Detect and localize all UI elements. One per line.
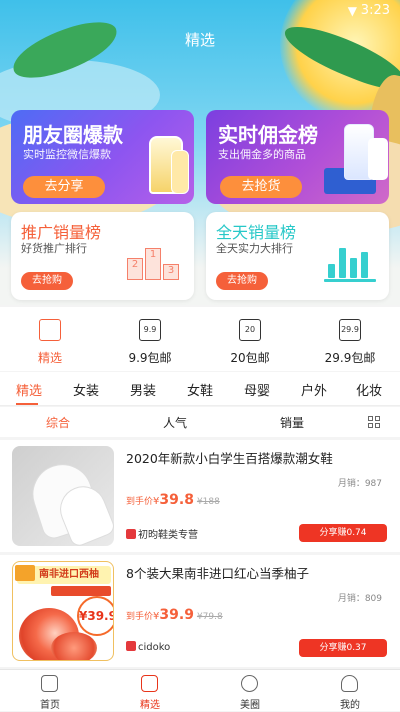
category-20[interactable]: 20 20包邮 [200,307,300,371]
price-label: 到手价 [126,612,154,622]
cup-image [171,150,189,194]
buy-now-button[interactable]: 去抢购 [21,272,73,290]
allday-sales-rank-card[interactable]: 全天销量榜 全天实力大排行 去抢购 [206,212,389,300]
status-bar: ▼ 3:23 [0,0,400,22]
category-9-9[interactable]: 9.9 9.9包邮 [100,307,200,371]
nav-label: 精选 [140,700,160,711]
category-label: 29.9包邮 [324,351,376,365]
podium-place: 3 [163,264,179,280]
chat-icon [241,675,258,692]
banner-commission-rank[interactable]: 实时佣金榜 支出佣金多的商品 去抢货 [206,110,389,204]
nav-circle[interactable]: 美圈 [200,670,300,712]
buy-now-button[interactable]: 去抢购 [216,272,268,290]
badge-icon [15,565,35,581]
product-image: 南非进口西柚 ¥39.9 [12,561,114,661]
banner-subtitle: 实时监控微信爆款 [23,148,111,161]
sort-row: 综合 人气 销量 [0,407,400,437]
product-title: 2020年新款小白学生百搭爆款潮女鞋 [126,451,333,466]
category-featured[interactable]: 精选 [0,307,100,371]
tab-featured[interactable]: 精选 [16,380,42,399]
price-row: 到手价¥39.9 ¥79.8 [126,607,223,623]
sort-popularity[interactable]: 人气 [163,414,187,431]
rank-card-subtitle: 好货推广排行 [21,242,87,255]
tab-outdoor[interactable]: 户外 [301,380,327,399]
original-price: ¥188 [196,497,220,507]
category-label: 9.9包邮 [128,351,172,365]
tab-women-shoes[interactable]: 女鞋 [187,380,213,399]
monthly-sales: 月销：809 [337,594,382,604]
banner-subtitle: 支出佣金多的商品 [218,148,306,161]
product-title: 8个装大果南非进口红心当季柚子 [126,566,309,581]
product-image [12,446,114,546]
status-time: 3:23 [360,3,390,18]
category-tabs: 精选 女装 男装 女鞋 母婴 户外 化妆 [0,372,400,406]
tab-makeup[interactable]: 化妆 [356,380,382,399]
category-29-9[interactable]: 29.9 29.9包邮 [300,307,400,371]
grab-goods-button[interactable]: 去抢货 [220,176,302,198]
shop-info: 初昀鞋类专营 [126,526,198,541]
shop-name: 初昀鞋类专营 [138,530,198,541]
monthly-sales: 月销：987 [337,479,382,489]
category-label: 精选 [37,351,62,365]
podium-place: 1 [145,248,161,280]
image-price-badge: ¥39.9 [77,596,113,636]
share-earn-button[interactable]: 分享赚0.37 [299,639,387,657]
price-label: 到手价 [126,497,154,507]
tag-icon: 9.9 [139,319,161,341]
nav-home[interactable]: 首页 [0,670,100,712]
nav-label: 我的 [340,700,360,711]
image-tag-decoration [51,586,111,596]
podium-place: 2 [127,258,143,280]
calendar-icon: 29.9 [339,319,361,341]
bar-chart-icon [324,236,376,282]
product-card[interactable]: 2020年新款小白学生百搭爆款潮女鞋 月销：987 到手价¥39.8 ¥188 初… [0,440,400,552]
final-price: 39.8 [159,492,194,508]
tab-women[interactable]: 女装 [73,380,99,399]
banner-title: 朋友圈爆款 [23,123,123,147]
final-price: 39.9 [159,607,194,623]
category-label: 20包邮 [230,351,270,365]
share-now-button[interactable]: 去分享 [23,176,105,198]
grid-view-icon[interactable] [368,416,380,428]
shop-name: cidoko [138,642,171,653]
bag-icon: 20 [239,319,261,341]
sort-comprehensive[interactable]: 综合 [46,414,70,431]
bottom-navigation: 首页 精选 美圈 我的 [0,669,400,711]
original-price: ¥79.8 [196,612,223,622]
tab-men[interactable]: 男装 [130,380,156,399]
banner-title: 实时佣金榜 [218,123,318,147]
tab-indicator [16,403,38,405]
wifi-icon: ▼ [347,4,357,18]
rank-card-subtitle: 全天实力大排行 [216,242,293,255]
tmall-icon [126,529,136,539]
banner-friend-circle[interactable]: 朋友圈爆款 实时监控微信爆款 去分享 [11,110,194,204]
share-earn-button[interactable]: 分享赚0.74 [299,524,387,542]
nav-label: 首页 [40,700,60,711]
shop-info: cidoko [126,641,170,653]
nav-profile[interactable]: 我的 [300,670,400,712]
detergent-bottle-image [368,138,388,180]
grapefruit-image [51,632,97,660]
book-icon [141,675,158,692]
promo-sales-rank-card[interactable]: 推广销量榜 好货推广排行 去抢购 2 1 3 [11,212,194,300]
nav-featured[interactable]: 精选 [100,670,200,712]
price-row: 到手价¥39.8 ¥188 [126,492,220,508]
tab-baby[interactable]: 母婴 [244,380,270,399]
podium-icon: 2 1 3 [127,236,183,280]
category-row: 精选 9.9 9.9包邮 20 20包邮 29.9 29.9包邮 [0,307,400,371]
star-flag-icon [39,319,61,341]
nav-label: 美圈 [240,700,260,711]
product-card[interactable]: 南非进口西柚 ¥39.9 8个装大果南非进口红心当季柚子 月销：809 到手价¥… [0,555,400,667]
home-icon [41,675,58,692]
tmall-icon [126,641,136,651]
page-title: 精选 [184,31,215,49]
user-icon [341,675,358,692]
sort-sales[interactable]: 销量 [280,414,304,431]
